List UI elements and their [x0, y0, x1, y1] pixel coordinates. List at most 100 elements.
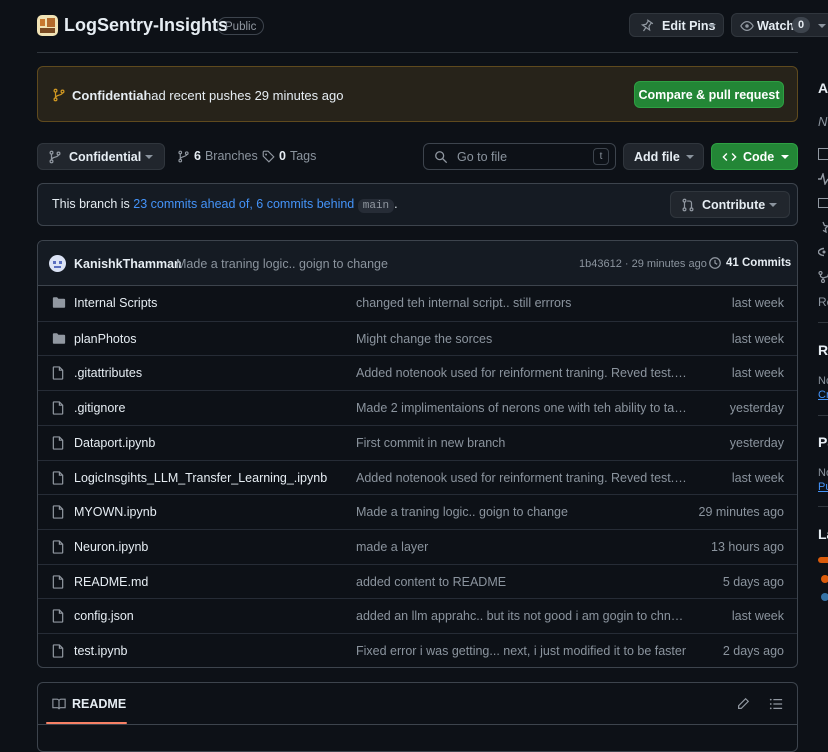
branch-selector[interactable]: Confidential [37, 143, 165, 170]
commit-author[interactable]: KanishkThamman [74, 257, 182, 271]
git-branch-icon [177, 150, 190, 163]
file-name[interactable]: MYOWN.ipynb [74, 505, 157, 519]
file-row[interactable]: LogicInsgihts_LLM_Transfer_Learning_.ipy… [38, 459, 797, 495]
tag-icon [262, 150, 275, 163]
file-name[interactable]: config.json [74, 609, 134, 623]
folder-icon [52, 332, 66, 345]
file-row[interactable]: test.ipynb Fixed error i was getting... n… [38, 633, 797, 667]
outline-list-icon[interactable] [769, 697, 783, 711]
pencil-icon[interactable] [736, 697, 750, 711]
base-branch-name: main [357, 199, 395, 213]
file-row[interactable]: .gitattributes Added notenook used for re… [38, 355, 797, 390]
edit-pins-button[interactable]: Edit Pins [629, 13, 724, 37]
fork-icon[interactable] [818, 271, 828, 283]
branches-count: 6 [194, 149, 201, 163]
watch-button[interactable]: Watch 0 [731, 13, 828, 37]
file-commit-message[interactable]: Fixed error i was getting... next, i jus… [356, 644, 688, 658]
file-row[interactable]: .gitignore Made 2 implimentaions of neron… [38, 390, 797, 425]
repo-avatar [37, 15, 58, 36]
language-dot-python [821, 593, 828, 601]
file-commit-time: last week [731, 366, 784, 381]
comparison-prefix: This branch is [52, 197, 130, 211]
packages-heading[interactable]: Pa [818, 434, 828, 450]
file-row[interactable]: planPhotos Might change the sorces last we… [38, 320, 797, 356]
chevron-down-icon [145, 155, 153, 159]
file-name[interactable]: .gitignore [74, 401, 125, 415]
readme-tab[interactable]: README [72, 697, 126, 711]
commit-hash-time[interactable]: 1b43612 · 29 minutes ago [579, 258, 707, 270]
about-description: N [818, 114, 828, 129]
file-row[interactable]: MYOWN.ipynb Made a traning logic.. goign … [38, 494, 797, 529]
file-row[interactable]: config.json added an llm apprahc.. but it… [38, 598, 797, 633]
chevron-down-icon [818, 24, 826, 28]
add-file-label: Add file [634, 150, 680, 164]
search-input[interactable] [455, 149, 589, 165]
commits-behind-link[interactable]: 6 commits behind [256, 197, 354, 211]
about-heading: A [818, 80, 828, 96]
banner-message: had recent pushes 29 minutes ago [144, 88, 344, 103]
file-commit-time: last week [731, 609, 784, 624]
sidebar-divider [818, 322, 828, 323]
publish-package-link[interactable]: Pu [818, 481, 828, 493]
file-row[interactable]: README.md added content to README 5 days a… [38, 563, 797, 599]
banner-branch-name[interactable]: Confidential [72, 88, 147, 103]
file-name[interactable]: planPhotos [74, 332, 137, 346]
file-name[interactable]: Dataport.ipynb [74, 436, 155, 450]
file-commit-time: last week [731, 296, 784, 310]
license-icon[interactable] [818, 198, 828, 208]
file-name[interactable]: Neuron.ipynb [74, 540, 148, 554]
file-name[interactable]: LogicInsgihts_LLM_Transfer_Learning_.ipy… [74, 471, 327, 485]
tags-label: Tags [289, 149, 317, 163]
contribute-button[interactable]: Contribute [670, 191, 790, 218]
file-commit-message[interactable]: Added notenook used for reinforment tran… [356, 366, 688, 380]
file-commit-message[interactable]: added content to README [356, 575, 688, 589]
file-commit-message[interactable]: made a layer [356, 540, 688, 554]
folder-icon [52, 296, 66, 309]
create-release-link[interactable]: Cr [818, 389, 828, 401]
file-commit-message[interactable]: Added notenook used for reinforment tran… [356, 471, 688, 485]
repo-name[interactable]: LogSentry-Insights [64, 15, 228, 36]
add-file-button[interactable]: Add file [623, 143, 704, 170]
commits-link[interactable]: 41 Commits [708, 256, 791, 270]
file-name[interactable]: Internal Scripts [74, 296, 157, 310]
file-row[interactable]: Internal Scripts changed teh internal scr… [38, 286, 797, 321]
file-commit-message[interactable]: changed teh internal script.. still errr… [356, 296, 688, 310]
file-icon [52, 574, 64, 589]
file-row[interactable]: Dataport.ipynb First commit in new branch… [38, 424, 797, 460]
file-icon [52, 644, 64, 658]
file-name[interactable]: README.md [74, 575, 148, 589]
file-name[interactable]: .gitattributes [74, 366, 142, 380]
activity-icon[interactable] [818, 173, 828, 185]
sidebar-divider [818, 506, 828, 507]
file-commit-message[interactable]: Made 2 implimentaions of nerons one with… [356, 401, 688, 415]
branches-link[interactable]: 6 Branches [177, 149, 258, 163]
file-commit-message[interactable]: added an llm apprahc.. but its not good … [356, 609, 688, 623]
chevron-down-icon [781, 155, 789, 159]
readme-icon[interactable] [818, 148, 828, 160]
file-commit-message[interactable]: First commit in new branch [356, 436, 688, 450]
commits-count-label: 41 Commits [726, 257, 792, 269]
chevron-down-icon [769, 203, 777, 207]
code-button[interactable]: Code [711, 143, 798, 170]
eye-icon[interactable] [818, 246, 828, 258]
file-name[interactable]: test.ipynb [74, 644, 128, 658]
file-row[interactable]: Neuron.ipynb made a layer 13 hours ago [38, 528, 797, 564]
go-to-file-search[interactable]: t [423, 143, 616, 170]
commit-message[interactable]: Made a traning logic.. goign to change [176, 257, 388, 271]
commits-ahead-link[interactable]: 23 commits ahead of, [133, 197, 253, 211]
branch-comparison-text: This branch is 23 commits ahead of, 6 co… [52, 197, 398, 213]
compare-pull-request-button[interactable]: Compare & pull request [634, 81, 784, 108]
author-avatar[interactable] [49, 255, 66, 272]
file-commit-message[interactable]: Might change the sorces [356, 332, 688, 346]
star-icon[interactable] [818, 221, 828, 233]
releases-empty-text: No [818, 375, 828, 387]
file-commit-message[interactable]: Made a traning logic.. goign to change [356, 505, 688, 519]
file-icon [52, 505, 64, 519]
tags-link[interactable]: 0 Tags [262, 149, 316, 163]
sidebar-resources-link[interactable]: Re [818, 295, 828, 309]
code-icon [722, 150, 737, 164]
file-commit-time: last week [731, 470, 784, 485]
file-icon [52, 609, 64, 623]
releases-heading[interactable]: Re [818, 342, 828, 358]
watch-label: Watch [757, 19, 795, 33]
